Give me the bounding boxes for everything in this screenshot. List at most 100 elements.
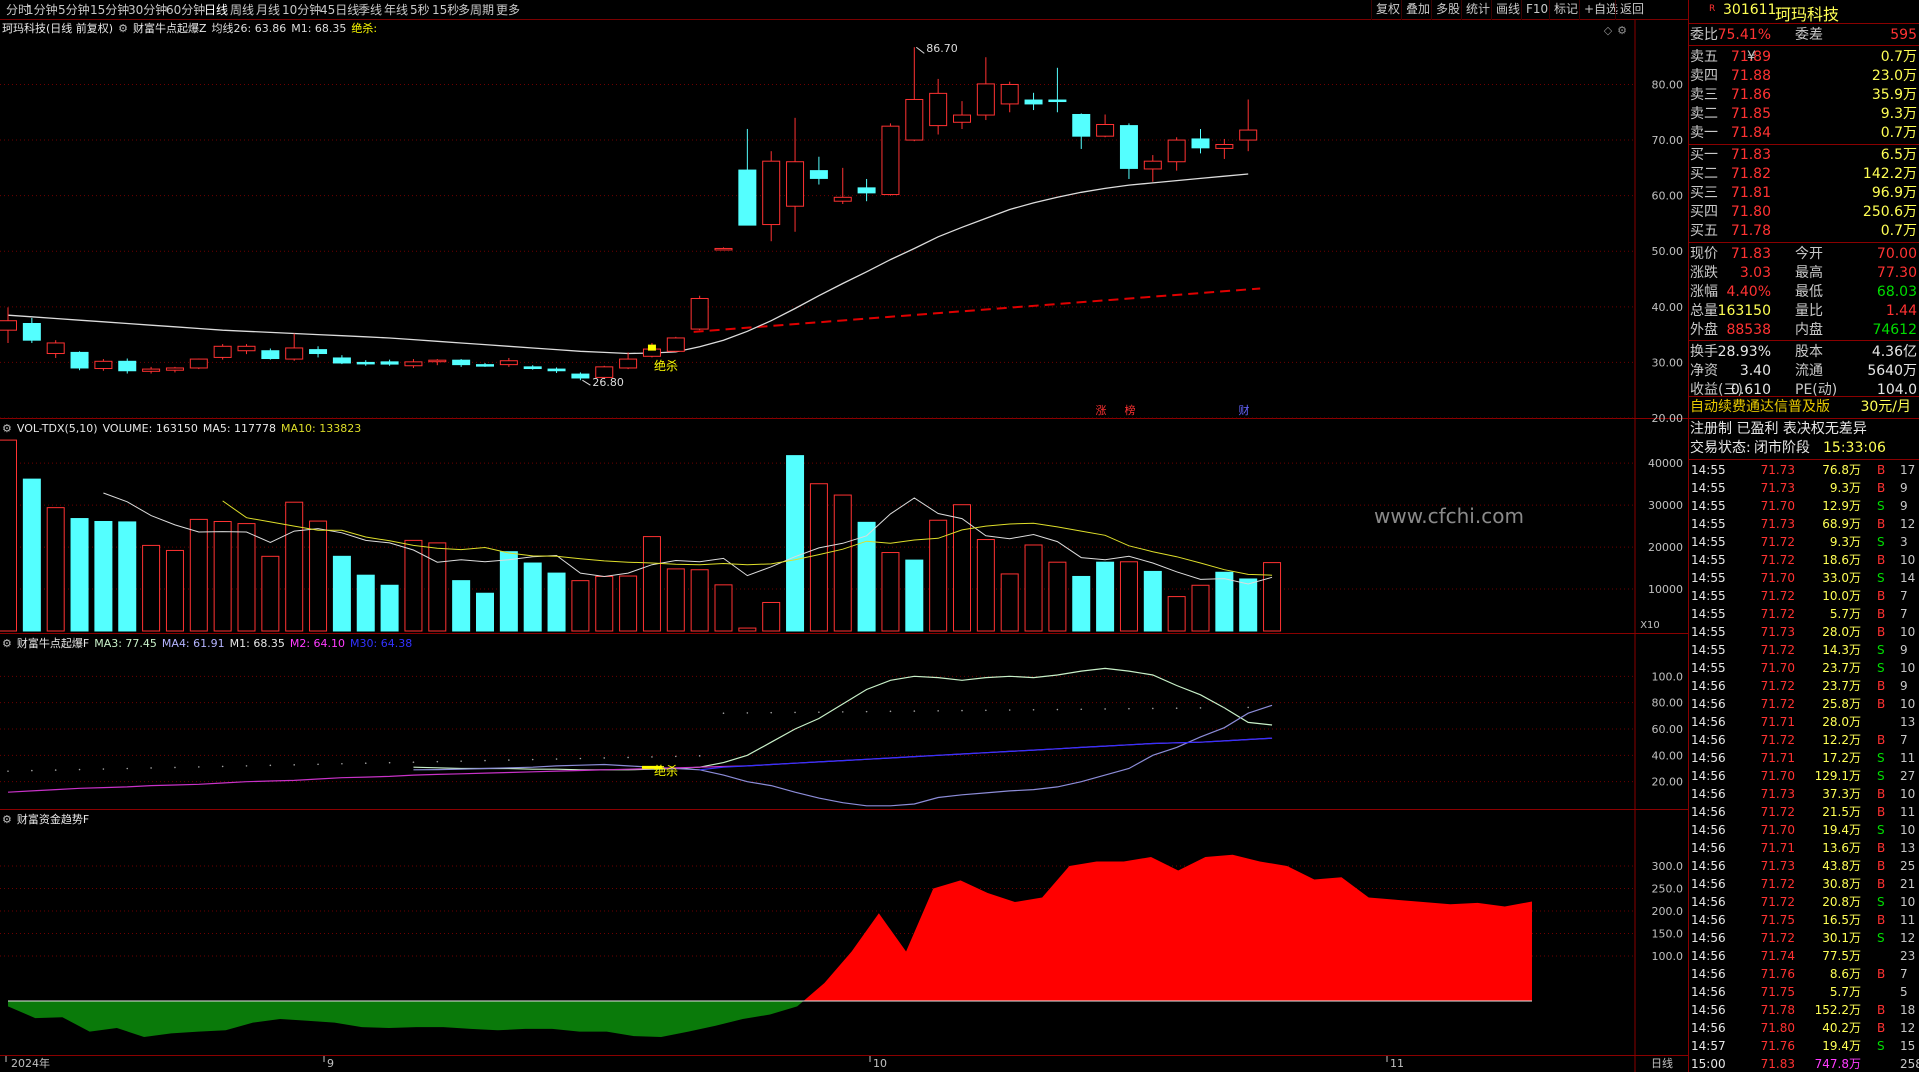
candle-body (46, 342, 65, 355)
settings-icon[interactable]: ⚙ (118, 22, 128, 35)
volume-bar (547, 572, 566, 632)
tick-count: 12 (1900, 1021, 1916, 1035)
tick-time: 14:56 (1691, 1021, 1726, 1035)
marker-0: 涨 (1096, 404, 1107, 417)
tick-count: 10 (1900, 787, 1916, 801)
tick-count: 258 (1900, 1057, 1919, 1071)
fund-trend-chart[interactable]: 300.0 250.0 200.0 150.0 100.0 2024年 9 10 11 日线 (8, 854, 1683, 1070)
oscillator-chart[interactable]: 100.0 80.00 60.00 40.00 20.00 绝杀 (7, 667, 1683, 807)
tick-volume: 40.2万 (1822, 1021, 1861, 1035)
osc-dot (198, 766, 200, 768)
bid-label: 买二 (1690, 166, 1718, 182)
fund-indicator-name: 财富资金趋势F (16, 813, 90, 826)
ask-row-3: 卖二 71.85 9.3万 (1689, 105, 1919, 124)
osc-dot (675, 755, 677, 758)
tick-price: 71.70 (1760, 661, 1795, 675)
gear-icon[interactable]: ⚙ (2, 422, 12, 435)
stat-value-a: 88538 (1726, 322, 1771, 338)
marker-2: 财 (1239, 403, 1250, 417)
ask-row-1: 卖四 71.88 23.0万 (1689, 67, 1919, 86)
tick-price: 71.72 (1760, 733, 1795, 747)
tick-price: 71.72 (1760, 931, 1795, 945)
osc-white-line (413, 667, 1273, 771)
bid-volume: 96.9万 (1871, 185, 1917, 201)
candle-body (976, 83, 995, 116)
volume-bar (309, 520, 328, 632)
tick-count: 23 (1900, 949, 1916, 963)
osc-dot (746, 712, 749, 714)
tick-row: 14:56 71.71 13.6万 B 13 (1689, 839, 1919, 857)
vol-ytick-0: 40000 (1648, 457, 1683, 470)
tick-price: 71.70 (1760, 769, 1795, 783)
tick-time: 14:55 (1691, 589, 1726, 603)
stat-value-b: 77.30 (1876, 265, 1917, 281)
tick-side: B (1877, 589, 1886, 603)
osc-dot (174, 766, 176, 769)
volume-bar (595, 575, 614, 632)
tick-row: 14:55 71.72 9.3万 S 3 (1689, 533, 1919, 551)
date-label-3: 11 (1390, 1057, 1404, 1070)
stat-value-b: 68.03 (1876, 284, 1917, 300)
tick-time: 14:55 (1691, 499, 1726, 513)
tick-row: 14:56 71.70 19.4万 S 10 (1689, 821, 1919, 839)
tick-volume: 30.1万 (1822, 931, 1861, 945)
candle-body (547, 368, 566, 372)
volume-bar (666, 568, 685, 632)
tick-row: 14:56 71.73 37.3万 B 10 (1689, 785, 1919, 803)
tick-time: 14:55 (1691, 553, 1726, 567)
tick-price: 71.72 (1760, 877, 1795, 891)
volume-bar (762, 601, 781, 632)
volume-bar (1072, 575, 1091, 632)
vol-ytick-1: 30000 (1648, 499, 1683, 512)
candle-body (1072, 113, 1091, 137)
stat-label-b: 今开 (1795, 246, 1823, 262)
osc-dot (412, 761, 415, 763)
volume-bar (1119, 561, 1138, 632)
tick-volume: 18.6万 (1822, 553, 1861, 567)
candle-body (94, 360, 113, 370)
volume-value: VOLUME: 163150 (102, 422, 198, 435)
tick-time: 14:56 (1691, 1003, 1726, 1017)
volume-chart[interactable]: 40000 30000 20000 10000 X10 (0, 439, 1683, 632)
osc-indicator-name: 财富牛点起爆F (16, 637, 90, 650)
main-title-line: 均线26: 63.86 (211, 22, 287, 35)
main-ytick-5: 30.00 (1652, 356, 1684, 369)
stat-row-5: 换手 28.93% 股本 4.36亿 (1689, 343, 1919, 362)
tick-volume: 25.8万 (1822, 697, 1861, 711)
tick-time: 14:56 (1691, 787, 1726, 801)
ask-row-4: 卖一 71.84 0.7万 (1689, 124, 1919, 143)
bid-price: 71.81 (1730, 185, 1771, 201)
candle-body (905, 98, 924, 141)
bid-volume: 250.6万 (1862, 204, 1917, 220)
ad-banner[interactable]: 自动续费通达信普及版 30元/月 (1689, 397, 1919, 417)
gear-icon[interactable]: ⚙ (2, 813, 12, 826)
tick-price: 71.72 (1760, 643, 1795, 657)
osc-magenta-line (7, 737, 1273, 793)
candle-body (571, 373, 590, 379)
tick-side: S (1877, 499, 1885, 513)
osc-dot (889, 710, 892, 713)
ad-price: 30元/月 (1860, 399, 1911, 415)
tick-volume: 8.6万 (1829, 967, 1861, 981)
tick-row: 14:56 71.72 20.8万 S 10 (1689, 893, 1919, 911)
volume-bar (261, 555, 280, 632)
tick-side: B (1877, 1003, 1886, 1017)
tick-row: 14:55 71.72 14.3万 S 9 (1689, 641, 1919, 659)
candle-body (1000, 83, 1019, 105)
volume-bar (1263, 562, 1282, 632)
gear-icon[interactable]: ⚙ (2, 637, 12, 650)
osc-dot (1104, 708, 1106, 710)
candle-body (1239, 129, 1258, 141)
tick-time: 14:56 (1691, 769, 1726, 783)
volume-bar (833, 494, 852, 632)
tick-price: 71.72 (1760, 805, 1795, 819)
chart-canvas[interactable]: 80.00 70.00 60.00 50.00 40.00 30.00 20.00 绝杀 86.… (0, 0, 1689, 1072)
tick-volume: 43.8万 (1822, 859, 1861, 873)
tick-row: 14:56 71.75 5.7万 5 (1689, 983, 1919, 1001)
red-dashed-trendline (693, 287, 1261, 333)
osc-dot (388, 761, 391, 764)
status-time: 15:33:06 (1823, 440, 1886, 456)
tick-row: 14:56 71.76 8.6万 B 7 (1689, 965, 1919, 983)
volume-bar (0, 439, 17, 632)
bid-price: 71.78 (1730, 223, 1771, 239)
